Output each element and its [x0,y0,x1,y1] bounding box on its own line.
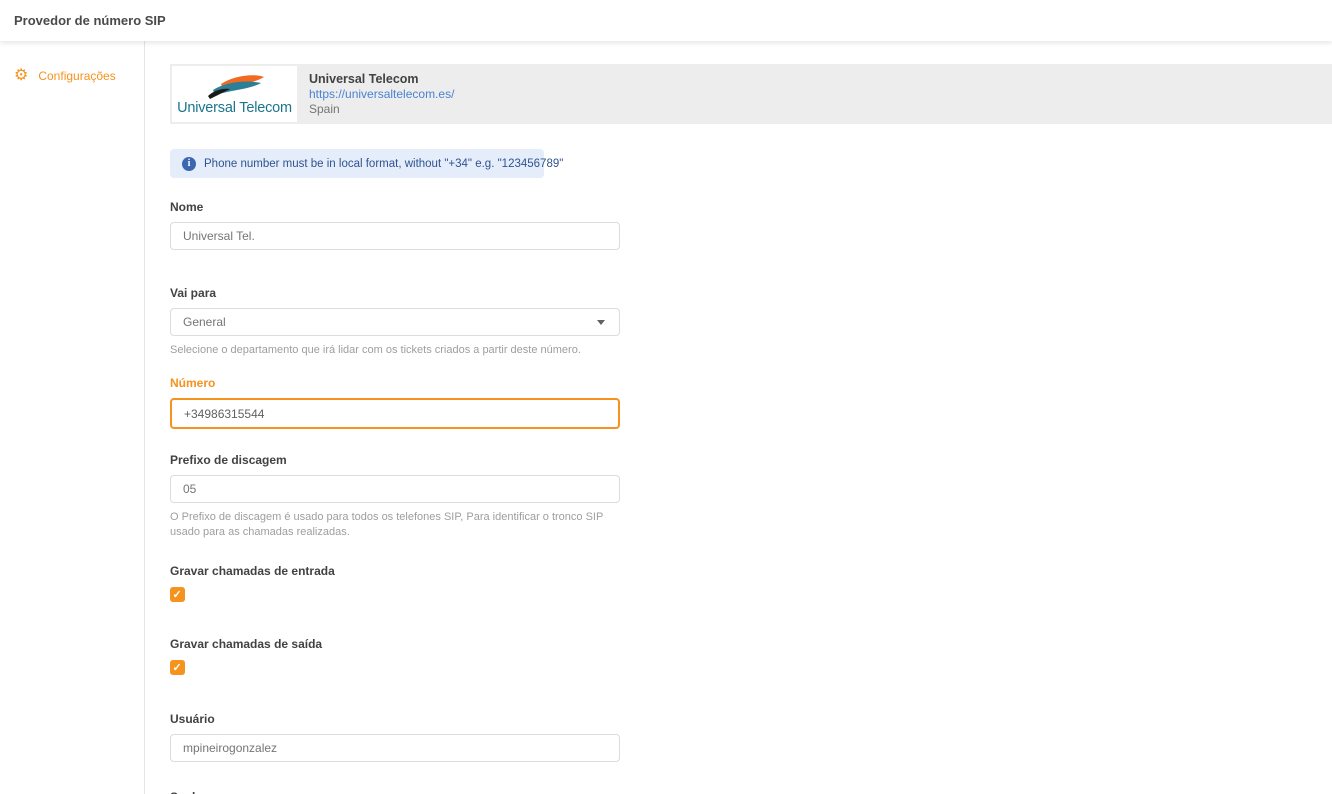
gravar-entrada-checkbox[interactable] [170,587,185,602]
page-title: Provedor de número SIP [14,13,166,28]
field-nome: Nome [170,200,620,250]
sidebar-item-configuracoes[interactable]: ⚙ Configurações [0,65,144,87]
gear-icon: ⚙ [14,69,28,83]
vai-para-selected-value: General [183,315,226,329]
field-gravar-saida: Gravar chamadas de saída [170,637,620,680]
field-usuario: Usuário [170,712,620,762]
field-senha: Senha [170,790,620,794]
usuario-label: Usuário [170,712,620,726]
info-banner: i Phone number must be in local format, … [170,149,544,178]
gravar-saida-label: Gravar chamadas de saída [170,637,620,651]
info-banner-text: Phone number must be in local format, wi… [204,158,563,170]
nome-input[interactable] [170,222,620,250]
senha-label: Senha [170,790,620,794]
prefixo-help-text: O Prefixo de discagem é usado para todos… [170,510,620,540]
usuario-input[interactable] [170,734,620,762]
vai-para-label: Vai para [170,286,620,300]
vai-para-select[interactable]: General [170,308,620,336]
sidebar: ⚙ Configurações [0,41,145,794]
gravar-entrada-label: Gravar chamadas de entrada [170,564,620,578]
field-vai-para: Vai para General Selecione o departament… [170,286,620,358]
logo-caption: Universal Telecom [177,100,292,116]
provider-name: Universal Telecom [309,72,454,87]
field-prefixo: Prefixo de discagem O Prefixo de discage… [170,453,620,540]
provider-logo: Universal Telecom [172,66,297,122]
provider-info: Universal Telecom https://universaltelec… [309,72,454,117]
info-icon: i [182,157,196,171]
vai-para-help-text: Selecione o departamento que irá lidar c… [170,343,620,358]
logo-swoosh-icon [203,73,267,99]
field-gravar-entrada: Gravar chamadas de entrada [170,564,620,607]
numero-label: Número [170,376,620,390]
dropdown-arrow-icon [597,320,605,325]
prefixo-label: Prefixo de discagem [170,453,620,467]
provider-url-link[interactable]: https://universaltelecom.es/ [309,87,454,102]
provider-card: Universal Telecom Universal Telecom http… [170,64,1332,124]
gravar-saida-checkbox[interactable] [170,660,185,675]
numero-input[interactable] [170,398,620,429]
main-content: Universal Telecom Universal Telecom http… [145,41,1332,794]
prefixo-input[interactable] [170,475,620,503]
field-numero: Número [170,376,620,429]
sidebar-item-label: Configurações [38,69,115,83]
nome-label: Nome [170,200,620,214]
top-bar: Provedor de número SIP [0,0,1332,41]
provider-country: Spain [309,102,454,117]
